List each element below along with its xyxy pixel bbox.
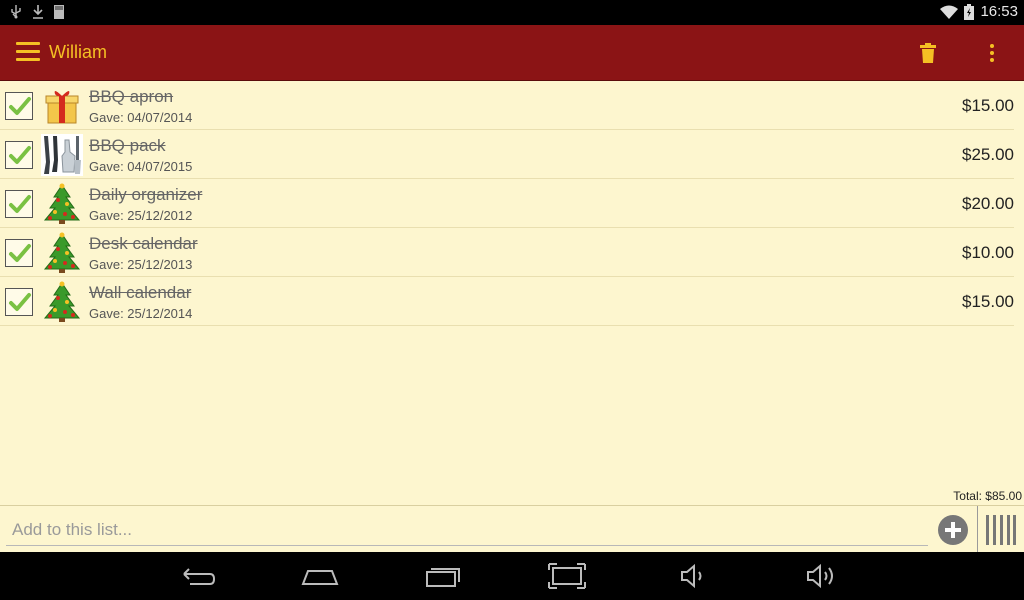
back-icon[interactable] (178, 562, 218, 590)
overflow-menu-icon[interactable] (980, 39, 1004, 67)
item-price: $15.00 (962, 292, 1014, 311)
gift-icon (45, 90, 79, 124)
clock: 16:53 (980, 3, 1018, 20)
status-bar: 16:53 (0, 0, 1024, 25)
bbq-tools-image (41, 134, 83, 176)
item-price: $10.00 (962, 243, 1014, 262)
add-circle-icon[interactable] (938, 515, 968, 545)
battery-icon (964, 3, 975, 20)
status-right-icons: 16:53 (940, 3, 1018, 20)
check-icon (9, 244, 31, 262)
system-nav-bar (0, 552, 1024, 600)
item-name: Desk calendar (89, 234, 198, 253)
item-price: $25.00 (962, 145, 1014, 164)
list-item[interactable]: Daily organizer Gave: 25/12/2012 $20.00 (0, 179, 1014, 228)
item-name: BBQ apron (89, 87, 174, 106)
item-date: Gave: 25/12/2012 (89, 208, 193, 223)
check-icon (9, 97, 31, 115)
volume-up-icon[interactable] (800, 562, 840, 590)
list-item[interactable]: BBQ pack Gave: 04/07/2015 $25.00 (0, 130, 1014, 179)
trash-icon[interactable] (914, 39, 942, 67)
list-item[interactable]: Desk calendar Gave: 25/12/2013 $10.00 (0, 228, 1014, 277)
download-icon (33, 5, 43, 19)
check-icon (9, 195, 31, 213)
item-checkbox[interactable] (5, 288, 33, 316)
menu-icon[interactable] (16, 42, 40, 64)
item-name: BBQ pack (89, 136, 166, 155)
item-checkbox[interactable] (5, 141, 33, 169)
page-title: William (49, 42, 107, 62)
barcode-icon[interactable] (985, 514, 1017, 546)
check-icon (9, 293, 31, 311)
home-icon[interactable] (300, 562, 340, 590)
christmas-tree-icon (43, 281, 81, 322)
screenshot-icon[interactable] (547, 562, 587, 590)
list-total: Total: $85.00 (953, 489, 1022, 503)
christmas-tree-icon (43, 183, 81, 224)
item-checkbox[interactable] (5, 239, 33, 267)
item-date: Gave: 25/12/2013 (89, 257, 193, 272)
check-icon (9, 146, 31, 164)
wifi-icon (940, 5, 959, 19)
status-left-icons (10, 4, 64, 19)
item-date: Gave: 25/12/2014 (89, 306, 193, 321)
item-price: $15.00 (962, 96, 1014, 115)
add-item-bar (0, 505, 1024, 553)
sdcard-icon (54, 4, 64, 19)
list-item[interactable]: BBQ apron Gave: 04/07/2014 $15.00 (0, 81, 1014, 130)
divider (977, 506, 978, 553)
list-item[interactable]: Wall calendar Gave: 25/12/2014 $15.00 (0, 277, 1014, 326)
recent-apps-icon[interactable] (423, 562, 463, 590)
item-checkbox[interactable] (5, 92, 33, 120)
volume-down-icon[interactable] (672, 562, 712, 590)
item-date: Gave: 04/07/2015 (89, 159, 193, 174)
christmas-tree-icon (43, 232, 81, 273)
action-bar: William (0, 25, 1024, 81)
item-price: $20.00 (962, 194, 1014, 213)
add-item-input[interactable] (6, 514, 928, 546)
item-checkbox[interactable] (5, 190, 33, 218)
item-date: Gave: 04/07/2014 (89, 110, 193, 125)
gift-list: BBQ apron Gave: 04/07/2014 $15.00 BBQ pa… (0, 81, 1024, 505)
usb-icon (11, 5, 21, 19)
item-name: Daily organizer (89, 185, 203, 204)
item-name: Wall calendar (89, 283, 192, 302)
